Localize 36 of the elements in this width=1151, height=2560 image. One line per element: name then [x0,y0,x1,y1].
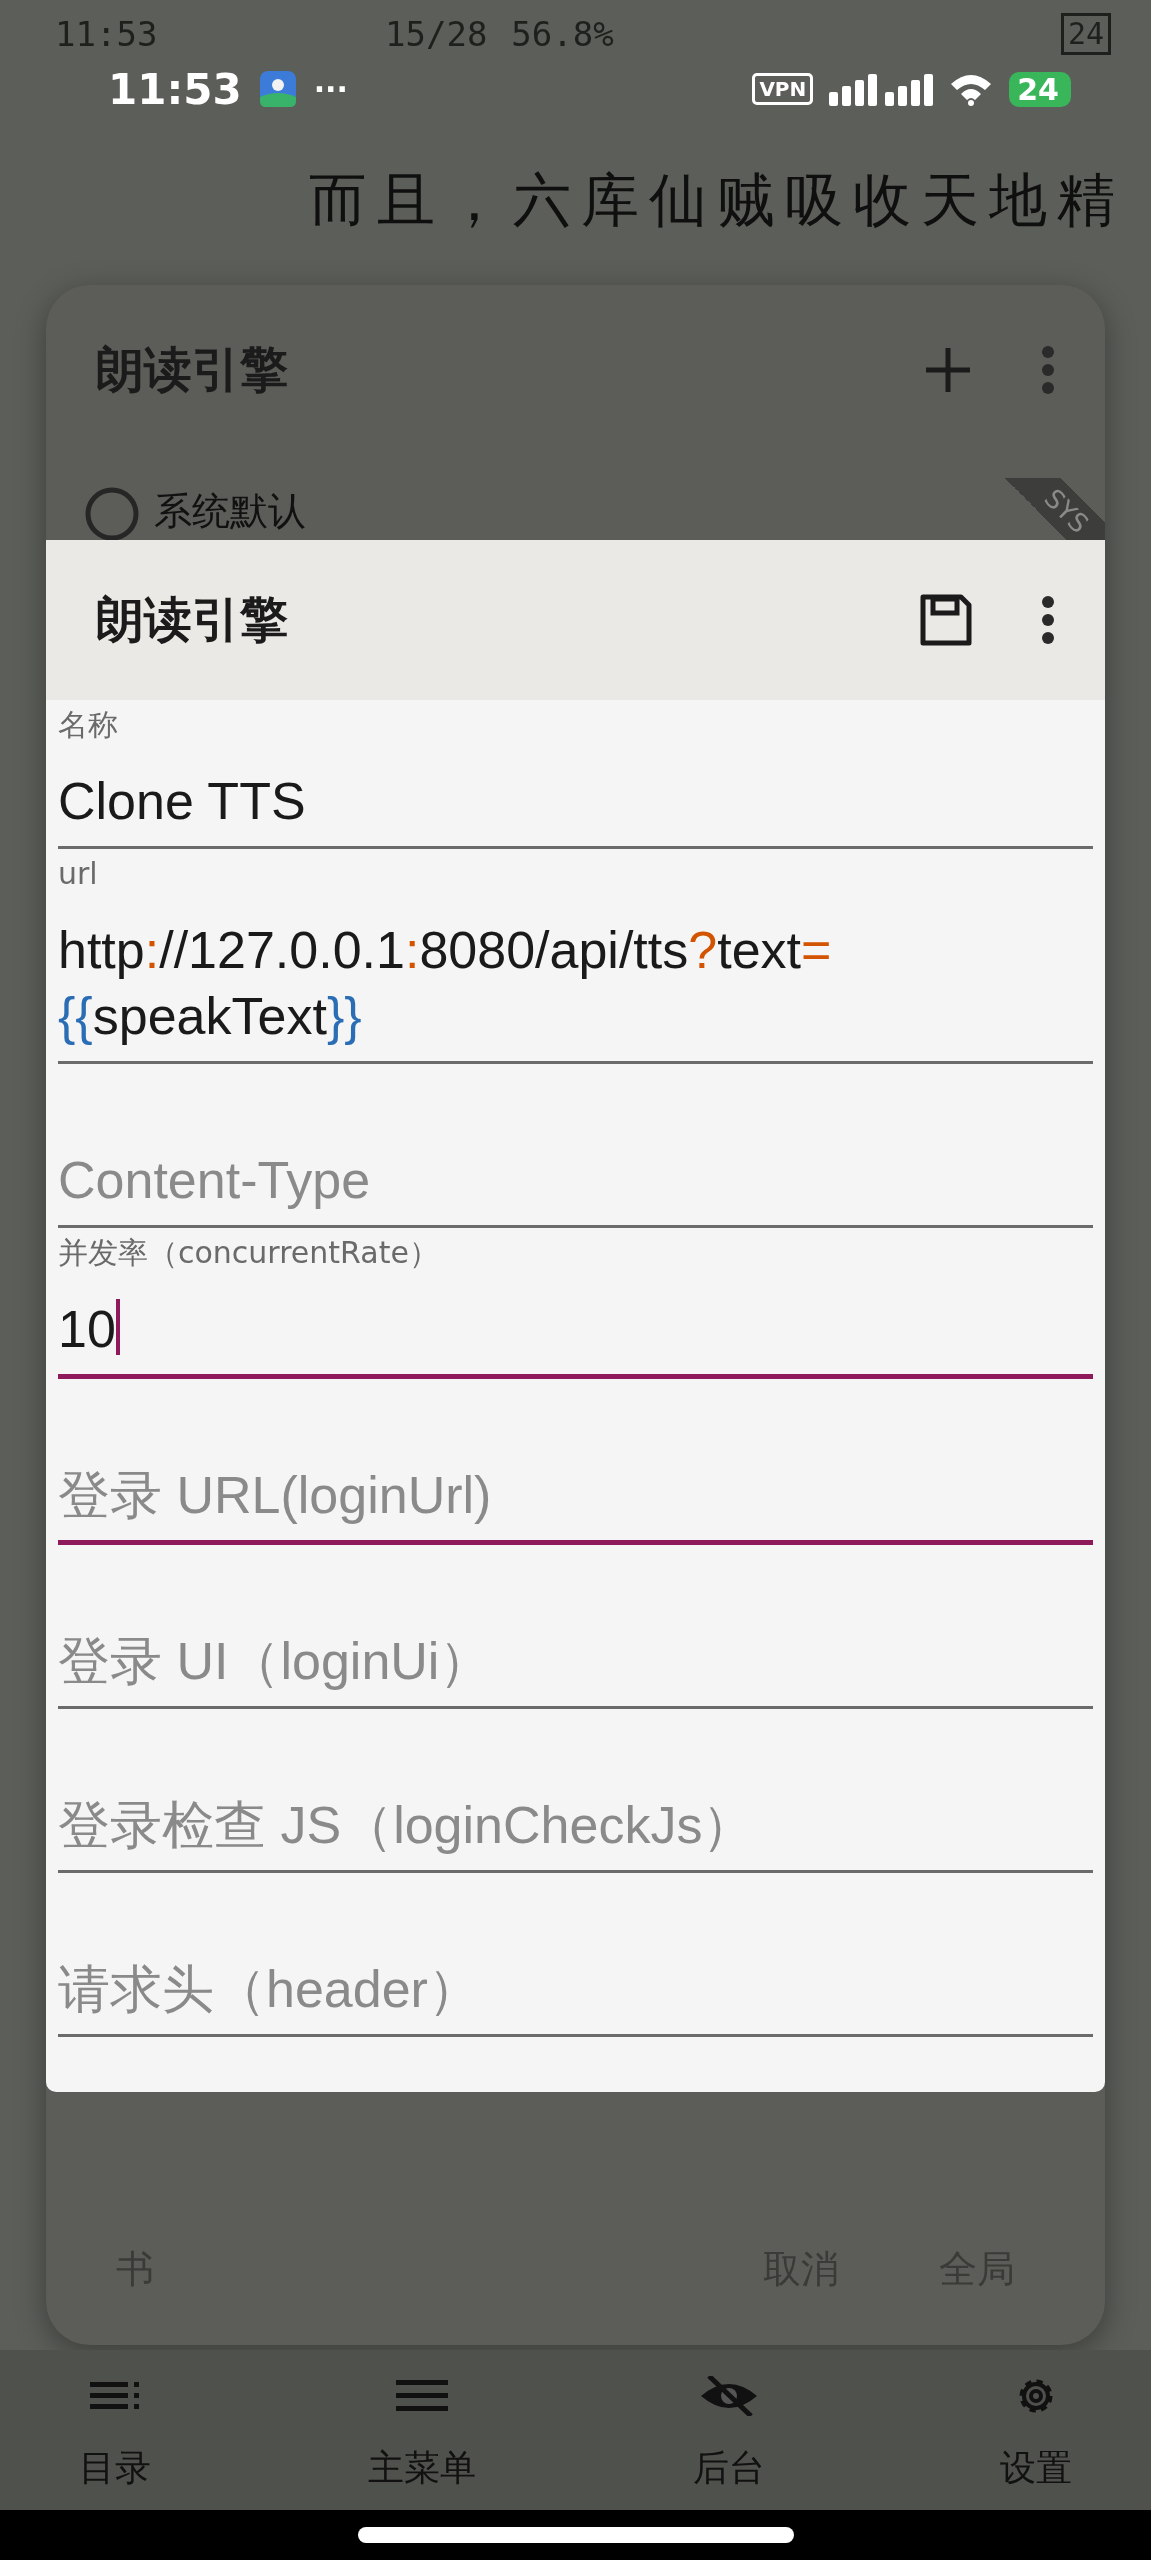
page-number-text: 15/28 [385,14,488,54]
field-label: 名称 [58,706,119,744]
vpn-badge: VPN [752,73,814,105]
more-icon[interactable] [1041,595,1055,645]
more-text: ··· [313,71,348,107]
input-field[interactable]: 登录 URL(loginUrl) [58,1440,1093,1545]
book-text: 而且，六库仙贼吸收天地精 [308,165,1125,236]
badge-text: SYS [1038,483,1095,539]
input-field[interactable]: 登录 UI（loginUi） [58,1606,1093,1709]
signal-icon [829,72,934,106]
engine-name: 系统默认 [154,487,306,535]
input-field[interactable]: 请求头（header） [58,1934,1093,2037]
save-icon[interactable] [919,593,973,647]
nav-button[interactable]: 设置 [961,2350,1111,2510]
input-field[interactable]: 登录检查 JS（loginCheckJs） [58,1770,1093,1873]
input-field[interactable]: Content-Type [58,1125,1093,1228]
field-label: 并发率（concurrentRate） [58,1234,440,1272]
nav-button[interactable]: 目录 [40,2350,190,2510]
dialog-title: 朗读引擎 [96,340,288,399]
battery-indicator: 24 [1060,13,1111,55]
battery-indicator: 24 [1009,71,1071,107]
clock-text: 11:53 [108,64,242,114]
read-percent: 56.8% [511,14,614,54]
app-icon [259,71,296,107]
clock-text: 11:53 [55,14,159,54]
input-field[interactable]: Clone TTS [58,746,1093,849]
field-label: url [58,855,99,893]
nav-button[interactable]: 后台 [654,2350,804,2510]
input-field[interactable]: http://127.0.0.1:8080/api/tts?text= {{speakText}} [58,895,1093,1064]
input-field[interactable]: 10 [58,1274,1093,1379]
nav-button[interactable]: 主菜单 [347,2350,497,2510]
wifi-icon [949,72,994,106]
plus-icon[interactable] [923,345,973,395]
eye-off-icon [699,2376,759,2416]
dialog-title: 朗读引擎 [96,590,288,649]
radio-button[interactable] [84,486,140,542]
